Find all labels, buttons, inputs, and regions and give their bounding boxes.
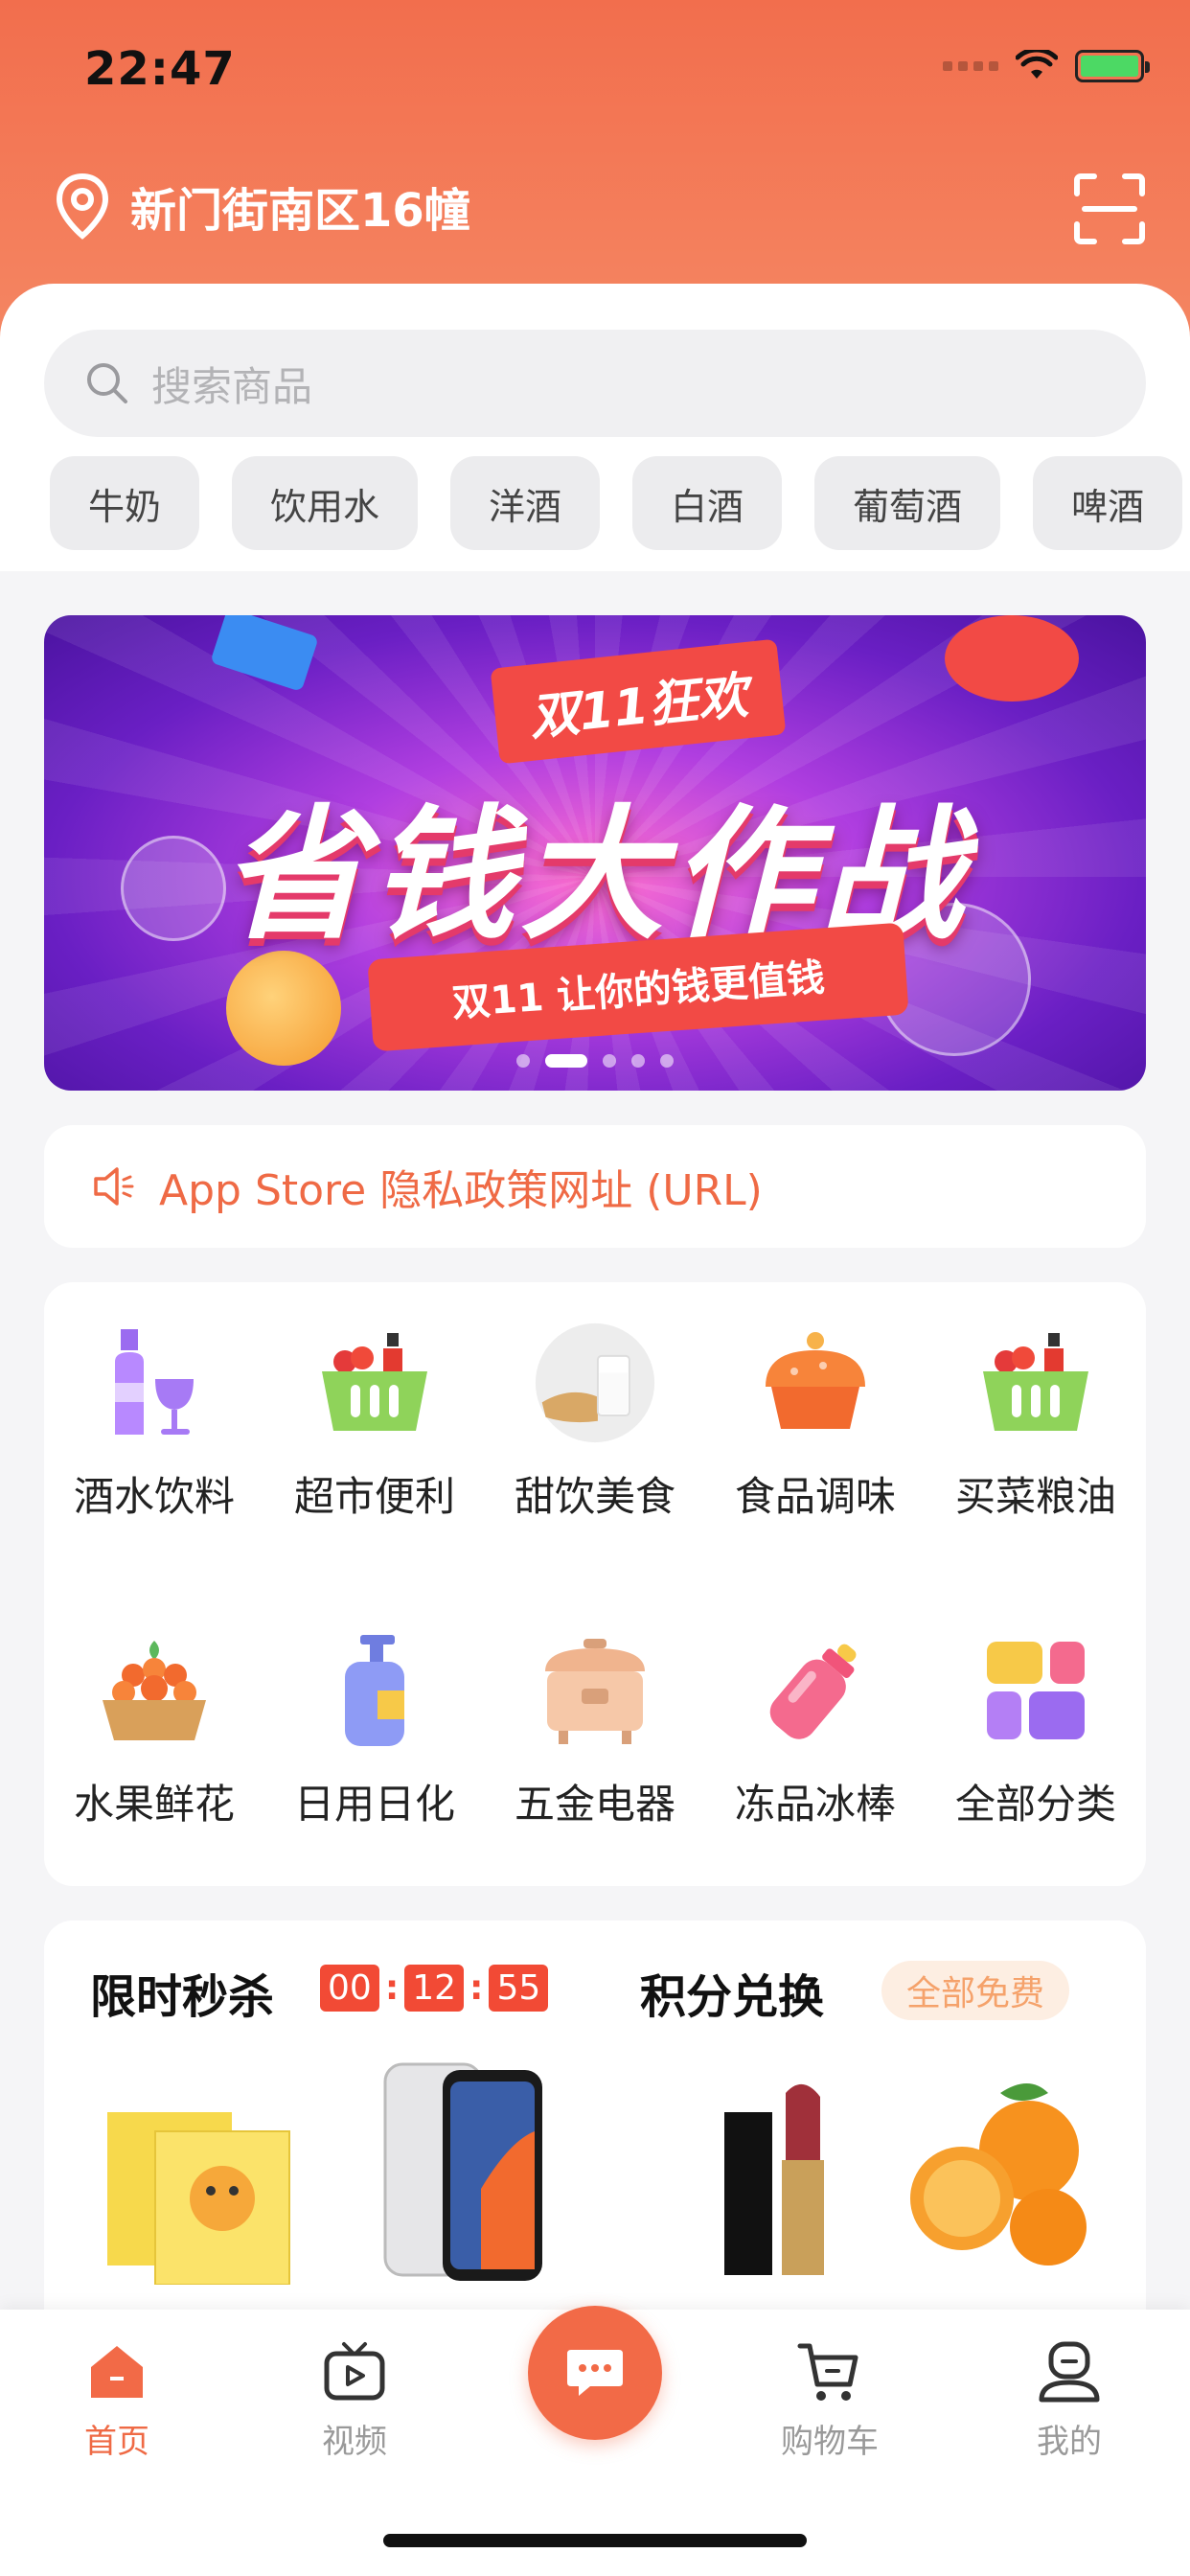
tab-label: 视频 [322,2423,387,2461]
tag-foreign-liquor[interactable]: 洋酒 [450,456,601,550]
tag-wine[interactable]: 葡萄酒 [814,456,1001,550]
category-sweet-food[interactable]: 甜饮美食 [485,1321,705,1523]
video-icon [324,2342,385,2401]
notice-text: App Store 隐私政策网址 (URL) [159,1166,763,1215]
fruit-basket-icon [92,1628,217,1753]
countdown-timer: 00 : 12 : 55 [320,1965,549,2012]
banner-pagination [44,1054,1146,1068]
category-label: 水果鲜花 [73,1781,235,1828]
tab-label: 购物车 [781,2423,879,2461]
location-pin-icon [56,172,109,240]
promo-banner[interactable]: 双11狂欢 省钱大作战 双11 让你的钱更值钱 [44,615,1146,1091]
promotions-section: 限时秒杀 00 : 12 : 55 积分兑换 全部免费 [44,1920,1146,2323]
category-label: 全部分类 [954,1781,1116,1828]
signal-icon [943,61,998,71]
tag-baijiu[interactable]: 白酒 [632,456,783,550]
banner-dot[interactable] [516,1054,530,1068]
category-fruit-flowers[interactable]: 水果鲜花 [44,1628,264,1830]
tab-profile[interactable]: 我的 [993,2338,1146,2462]
status-time: 22:47 [84,42,236,96]
banner-dot[interactable] [660,1054,674,1068]
category-grid: 酒水饮料 超市便利 甜饮美食 食品调味 买菜粮油 水果鲜花 日用日化 五金电器 … [44,1282,1146,1886]
tab-label: 我的 [1037,2423,1102,2461]
category-hardware-appliances[interactable]: 五金电器 [485,1628,705,1830]
category-label: 超市便利 [293,1473,455,1520]
profile-icon [1039,2341,1100,2403]
notice-bar[interactable]: App Store 隐私政策网址 (URL) [44,1125,1146,1248]
banner-dot[interactable] [603,1054,616,1068]
category-grocery[interactable]: 买菜粮油 [926,1321,1146,1523]
tab-video[interactable]: 视频 [278,2338,431,2462]
lotion-bottle-icon [312,1628,437,1753]
banner-dot[interactable] [631,1054,645,1068]
category-label: 买菜粮油 [954,1473,1116,1520]
tag-water[interactable]: 饮用水 [232,456,419,550]
tab-home[interactable]: 首页 [40,2338,194,2462]
search-icon [87,363,127,403]
coin-decoration [226,951,341,1066]
category-all[interactable]: 全部分类 [926,1628,1146,1830]
location-selector[interactable]: 新门街南区16幢 [54,172,470,240]
category-label: 五金电器 [514,1781,675,1828]
category-label: 甜饮美食 [514,1473,675,1520]
bread-milk-icon [533,1321,657,1445]
speaker-icon [94,1167,134,1206]
timer-hours: 00 [320,1965,379,2012]
tab-label: 首页 [84,2423,149,2461]
drinks-icon [92,1321,217,1445]
category-label: 日用日化 [293,1781,455,1828]
category-drinks[interactable]: 酒水饮料 [44,1321,264,1523]
chat-button[interactable] [528,2306,662,2440]
status-icons [943,50,1150,82]
search-input[interactable]: 搜索商品 [44,330,1146,437]
lipstick-product[interactable] [676,2055,878,2285]
search-placeholder: 搜索商品 [151,362,313,410]
chat-icon [567,2350,623,2396]
timer-minutes: 12 [404,1965,465,2012]
category-label: 酒水饮料 [73,1473,235,1520]
home-indicator [383,2534,807,2547]
banner-dot-active[interactable] [545,1054,587,1068]
category-label: 冻品冰棒 [734,1781,896,1828]
category-label: 食品调味 [734,1473,896,1520]
search-panel: 搜索商品 牛奶 饮用水 洋酒 白酒 葡萄酒 啤酒 [0,284,1190,571]
cart-icon [797,2343,858,2401]
timer-seconds: 55 [489,1965,549,2012]
category-supermarket[interactable]: 超市便利 [264,1321,485,1523]
grid-icon [973,1628,1098,1753]
face-mask-product[interactable] [98,2055,299,2285]
status-bar: 22:47 [0,0,1190,144]
cake-icon [753,1321,878,1445]
banner-title: 省钱大作战 [220,793,969,959]
all-free-badge[interactable]: 全部免费 [881,1961,1070,2020]
home-icon [91,2346,143,2398]
tag-beer[interactable]: 啤酒 [1033,456,1183,550]
basket-icon [312,1321,437,1445]
location-text: 新门街南区16幢 [130,184,470,238]
tab-cart[interactable]: 购物车 [753,2338,906,2462]
points-exchange-title[interactable]: 积分兑换 [640,1959,824,2026]
category-frozen[interactable]: 冻品冰棒 [705,1628,926,1830]
wifi-icon [1016,50,1058,79]
flash-sale-title[interactable]: 限时秒杀 [90,1959,274,2026]
tag-milk[interactable]: 牛奶 [50,456,200,550]
category-daily-chemicals[interactable]: 日用日化 [264,1628,485,1830]
basket-icon [973,1321,1098,1445]
phone-product[interactable] [366,2055,567,2285]
scan-icon[interactable] [1071,171,1148,247]
ball-decoration [945,615,1079,702]
quick-tags: 牛奶 饮用水 洋酒 白酒 葡萄酒 啤酒 [50,456,1183,550]
rice-cooker-icon [533,1628,657,1753]
bottle-icon [753,1628,878,1753]
category-food-seasoning[interactable]: 食品调味 [705,1321,926,1523]
orange-product[interactable] [895,2055,1096,2285]
battery-icon [1075,50,1150,82]
